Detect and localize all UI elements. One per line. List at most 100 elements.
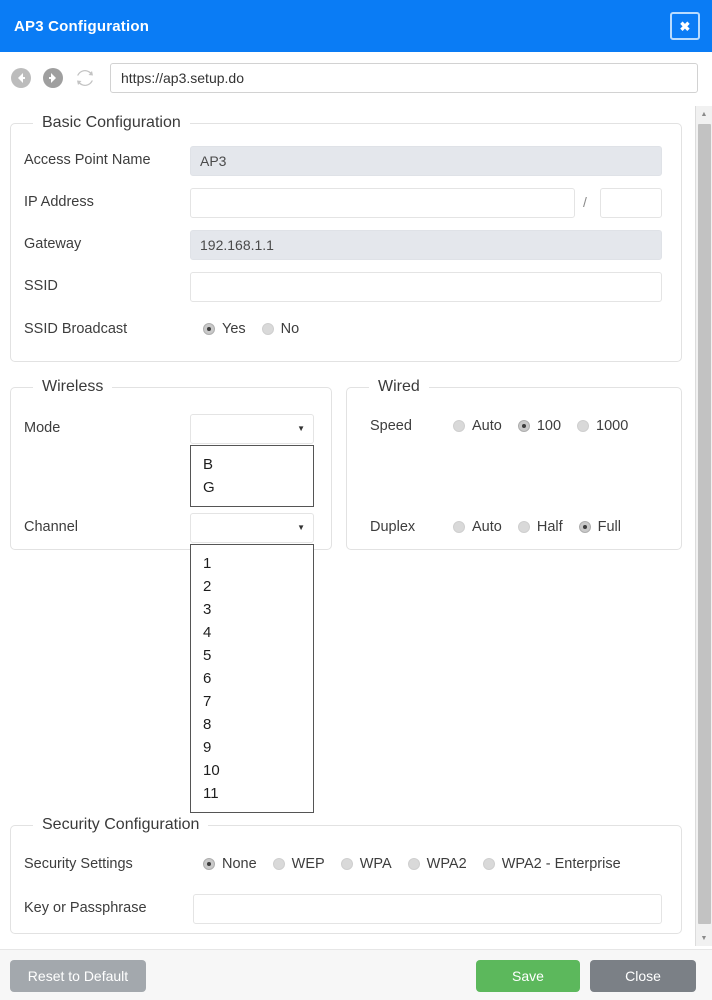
radio-dot-icon bbox=[453, 521, 465, 533]
mode-select[interactable]: ▼ bbox=[190, 414, 314, 444]
ip-address-separator: / bbox=[583, 194, 587, 210]
mode-option[interactable]: B bbox=[191, 453, 313, 476]
ssid-broadcast-option-yes[interactable]: Yes bbox=[203, 321, 246, 337]
ip-address-input[interactable] bbox=[190, 188, 575, 218]
wireless-legend: Wireless bbox=[42, 378, 104, 395]
mode-dropdown-list[interactable]: B G bbox=[190, 445, 314, 507]
browser-navbar: https://ap3.setup.do bbox=[0, 52, 712, 104]
security-settings-label-row: Security Settings bbox=[24, 856, 133, 872]
security-wep-label: WEP bbox=[291, 856, 325, 872]
channel-option[interactable]: 6 bbox=[191, 667, 313, 690]
radio-dot-icon bbox=[203, 323, 215, 335]
key-passphrase-label: Key or Passphrase bbox=[24, 900, 147, 916]
scroll-up-icon[interactable]: ▲ bbox=[696, 106, 712, 122]
forward-icon[interactable] bbox=[38, 63, 68, 93]
ssid-label-row: SSID bbox=[24, 278, 58, 294]
security-wpa-label: WPA bbox=[359, 856, 392, 872]
ip-prefix-input[interactable] bbox=[600, 188, 662, 218]
channel-option[interactable]: 4 bbox=[191, 621, 313, 644]
channel-select[interactable]: ▼ bbox=[190, 513, 314, 543]
back-icon[interactable] bbox=[6, 63, 36, 93]
duplex-radio-group: Auto Half Full bbox=[453, 519, 621, 535]
channel-option[interactable]: 10 bbox=[191, 759, 313, 782]
duplex-option-auto[interactable]: Auto bbox=[453, 519, 502, 535]
radio-dot-icon bbox=[407, 858, 420, 870]
configuration-form: Basic Configuration Access Point Name AP… bbox=[0, 104, 712, 949]
speed-1000-label: 1000 bbox=[596, 418, 629, 434]
channel-option[interactable]: 7 bbox=[191, 690, 313, 713]
security-option-wep[interactable]: WEP bbox=[272, 856, 325, 872]
access-point-name-value: AP3 bbox=[200, 153, 227, 169]
duplex-auto-label: Auto bbox=[472, 519, 502, 535]
duplex-option-full[interactable]: Full bbox=[578, 519, 622, 535]
ssid-broadcast-no-label: No bbox=[280, 321, 300, 337]
security-option-wpa2[interactable]: WPA2 bbox=[407, 856, 467, 872]
vertical-scrollbar[interactable]: ▲ ▼ bbox=[695, 106, 712, 946]
chevron-down-icon: ▼ bbox=[297, 523, 305, 532]
speed-option-1000[interactable]: 1000 bbox=[577, 418, 628, 434]
channel-option[interactable]: 1 bbox=[191, 552, 313, 575]
key-passphrase-label-row: Key or Passphrase bbox=[24, 900, 147, 916]
close-button[interactable]: Close bbox=[590, 960, 696, 992]
reload-icon[interactable] bbox=[70, 63, 100, 93]
close-icon[interactable]: ✖ bbox=[670, 12, 700, 40]
chevron-down-icon: ▼ bbox=[297, 424, 305, 433]
channel-label-row: Channel bbox=[24, 519, 78, 535]
speed-auto-label: Auto bbox=[472, 418, 502, 434]
gateway-value: 192.168.1.1 bbox=[200, 237, 274, 253]
security-settings-radio-group: None WEP WPA WPA2 WPA2 - Enterprise bbox=[203, 856, 621, 872]
channel-option[interactable]: 5 bbox=[191, 644, 313, 667]
channel-option[interactable]: 3 bbox=[191, 598, 313, 621]
reset-to-default-button[interactable]: Reset to Default bbox=[10, 960, 146, 992]
security-wpa2-label: WPA2 bbox=[426, 856, 467, 872]
radio-dot-icon bbox=[272, 858, 285, 870]
speed-option-auto[interactable]: Auto bbox=[453, 418, 502, 434]
duplex-full-label: Full bbox=[597, 519, 622, 535]
radio-dot-icon bbox=[578, 521, 591, 533]
ssid-broadcast-yes-label: Yes bbox=[222, 321, 246, 337]
duplex-option-half[interactable]: Half bbox=[517, 519, 563, 535]
security-configuration-legend: Security Configuration bbox=[42, 816, 200, 833]
channel-option[interactable]: 11 bbox=[191, 782, 313, 805]
basic-configuration-legend: Basic Configuration bbox=[42, 114, 181, 131]
security-option-wpa[interactable]: WPA bbox=[340, 856, 392, 872]
channel-option[interactable]: 2 bbox=[191, 575, 313, 598]
ip-address-label-row: IP Address bbox=[24, 194, 94, 210]
access-point-name-field[interactable]: AP3 bbox=[190, 146, 662, 176]
channel-option[interactable]: 9 bbox=[191, 736, 313, 759]
security-option-wpa2-enterprise[interactable]: WPA2 - Enterprise bbox=[482, 856, 621, 872]
channel-dropdown-list[interactable]: 1 2 3 4 5 6 7 8 9 10 11 bbox=[190, 544, 314, 813]
ssid-broadcast-radio-group: Yes No bbox=[203, 321, 299, 337]
scrollbar-thumb[interactable] bbox=[698, 124, 711, 924]
channel-option[interactable]: 8 bbox=[191, 713, 313, 736]
mode-label: Mode bbox=[24, 420, 61, 436]
gateway-field[interactable]: 192.168.1.1 bbox=[190, 230, 662, 260]
duplex-label: Duplex bbox=[370, 519, 416, 535]
security-wpa2-enterprise-label: WPA2 - Enterprise bbox=[501, 856, 621, 872]
gateway-label-row: Gateway bbox=[24, 236, 81, 252]
gateway-label: Gateway bbox=[24, 236, 82, 252]
dialog-footer: Reset to Default Save Close bbox=[0, 949, 712, 1000]
ssid-input[interactable] bbox=[190, 272, 662, 302]
ssid-label: SSID bbox=[24, 278, 58, 294]
ip-address-label: IP Address bbox=[24, 194, 94, 210]
channel-label: Channel bbox=[24, 519, 79, 535]
wired-legend: Wired bbox=[378, 378, 420, 395]
scroll-down-icon[interactable]: ▼ bbox=[696, 930, 712, 946]
speed-option-100[interactable]: 100 bbox=[517, 418, 561, 434]
radio-dot-icon bbox=[482, 858, 495, 870]
ssid-broadcast-option-no[interactable]: No bbox=[261, 321, 300, 337]
key-passphrase-input[interactable] bbox=[193, 894, 662, 924]
duplex-half-label: Half bbox=[536, 519, 563, 535]
speed-radio-group: Auto 100 1000 bbox=[453, 418, 628, 434]
save-button[interactable]: Save bbox=[476, 960, 580, 992]
window-title: AP3 Configuration bbox=[14, 17, 150, 35]
radio-dot-icon bbox=[577, 420, 590, 432]
radio-dot-icon bbox=[203, 858, 215, 870]
radio-dot-icon bbox=[453, 420, 465, 432]
security-option-none[interactable]: None bbox=[203, 856, 257, 872]
url-input[interactable]: https://ap3.setup.do bbox=[110, 63, 698, 93]
radio-dot-icon bbox=[340, 858, 353, 870]
ssid-broadcast-label-row: SSID Broadcast bbox=[24, 321, 127, 337]
mode-option[interactable]: G bbox=[191, 476, 313, 499]
